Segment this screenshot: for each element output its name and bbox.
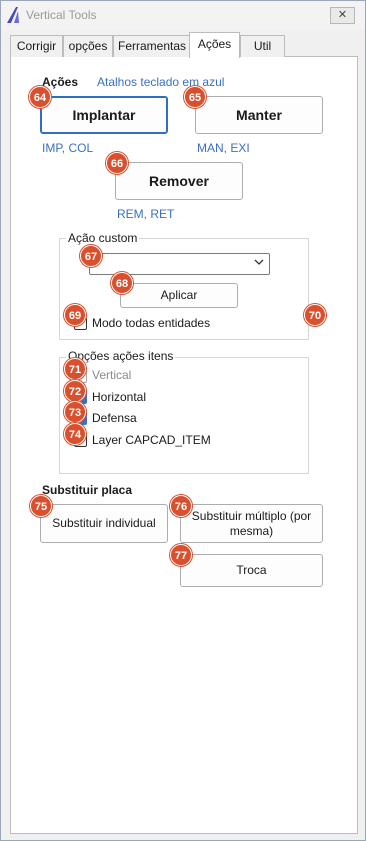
tab-corrigir[interactable]: Corrigir: [10, 35, 63, 57]
acao-custom-title: Ação custom: [66, 231, 140, 245]
window-title: Vertical Tools: [26, 8, 97, 22]
horizontal-label: Horizontal: [92, 390, 147, 404]
tab-util[interactable]: Util: [240, 35, 285, 57]
tab-acoes[interactable]: Ações: [189, 32, 240, 58]
aplicar-button[interactable]: Aplicar: [120, 283, 238, 308]
vertical-label: Vertical: [92, 368, 132, 382]
annotation-badge-72: 72: [64, 380, 86, 402]
substituir-multiplo-button[interactable]: Substituir múltiplo (por mesma): [180, 504, 323, 543]
annotation-badge-77: 77: [170, 544, 192, 566]
annotation-badge-74: 74: [64, 423, 86, 445]
annotation-badge-76: 76: [170, 495, 192, 517]
annotation-badge-65: 65: [184, 86, 206, 108]
implantar-shortcuts: IMP, COL: [42, 141, 94, 155]
annotation-badge-71: 71: [64, 358, 86, 380]
annotation-badge-66: 66: [106, 152, 128, 174]
tab-opcoes[interactable]: opções: [63, 35, 113, 57]
annotation-badge-73: 73: [64, 401, 86, 423]
annotation-badge-67: 67: [80, 245, 102, 267]
implantar-button[interactable]: Implantar: [40, 96, 168, 134]
remover-button[interactable]: Remover: [115, 162, 243, 200]
substituir-individual-button[interactable]: Substituir individual: [40, 504, 168, 543]
substituir-heading: Substituir placa: [42, 483, 133, 497]
acao-custom-select[interactable]: [89, 253, 270, 275]
app-logo-icon: [7, 7, 19, 23]
vertical-tools-window: Vertical Tools ✕ Corrigir opções Ferrame…: [0, 0, 366, 841]
troca-button[interactable]: Troca: [180, 554, 323, 587]
title-bar: Vertical Tools ✕: [1, 1, 365, 30]
layer-capcad-label: Layer CAPCAD_ITEM: [92, 433, 211, 447]
annotation-badge-68: 68: [111, 272, 133, 294]
tab-ferramentas[interactable]: Ferramentas: [113, 35, 191, 57]
annotation-badge-75: 75: [30, 495, 52, 517]
annotation-badge-70: 70: [304, 304, 326, 326]
shortcut-hint: Atalhos teclado em azul: [97, 75, 225, 89]
chevron-down-icon: [254, 259, 264, 265]
annotation-badge-69: 69: [64, 304, 86, 326]
defensa-label: Defensa: [92, 411, 137, 425]
annotation-badge-64: 64: [29, 86, 51, 108]
close-button[interactable]: ✕: [330, 7, 355, 24]
modo-todas-label: Modo todas entidades: [92, 316, 211, 330]
acoes-heading: Ações: [42, 75, 79, 89]
remover-shortcuts: REM, RET: [117, 207, 175, 221]
manter-shortcuts: MAN, EXI: [197, 141, 250, 155]
manter-button[interactable]: Manter: [195, 96, 323, 134]
